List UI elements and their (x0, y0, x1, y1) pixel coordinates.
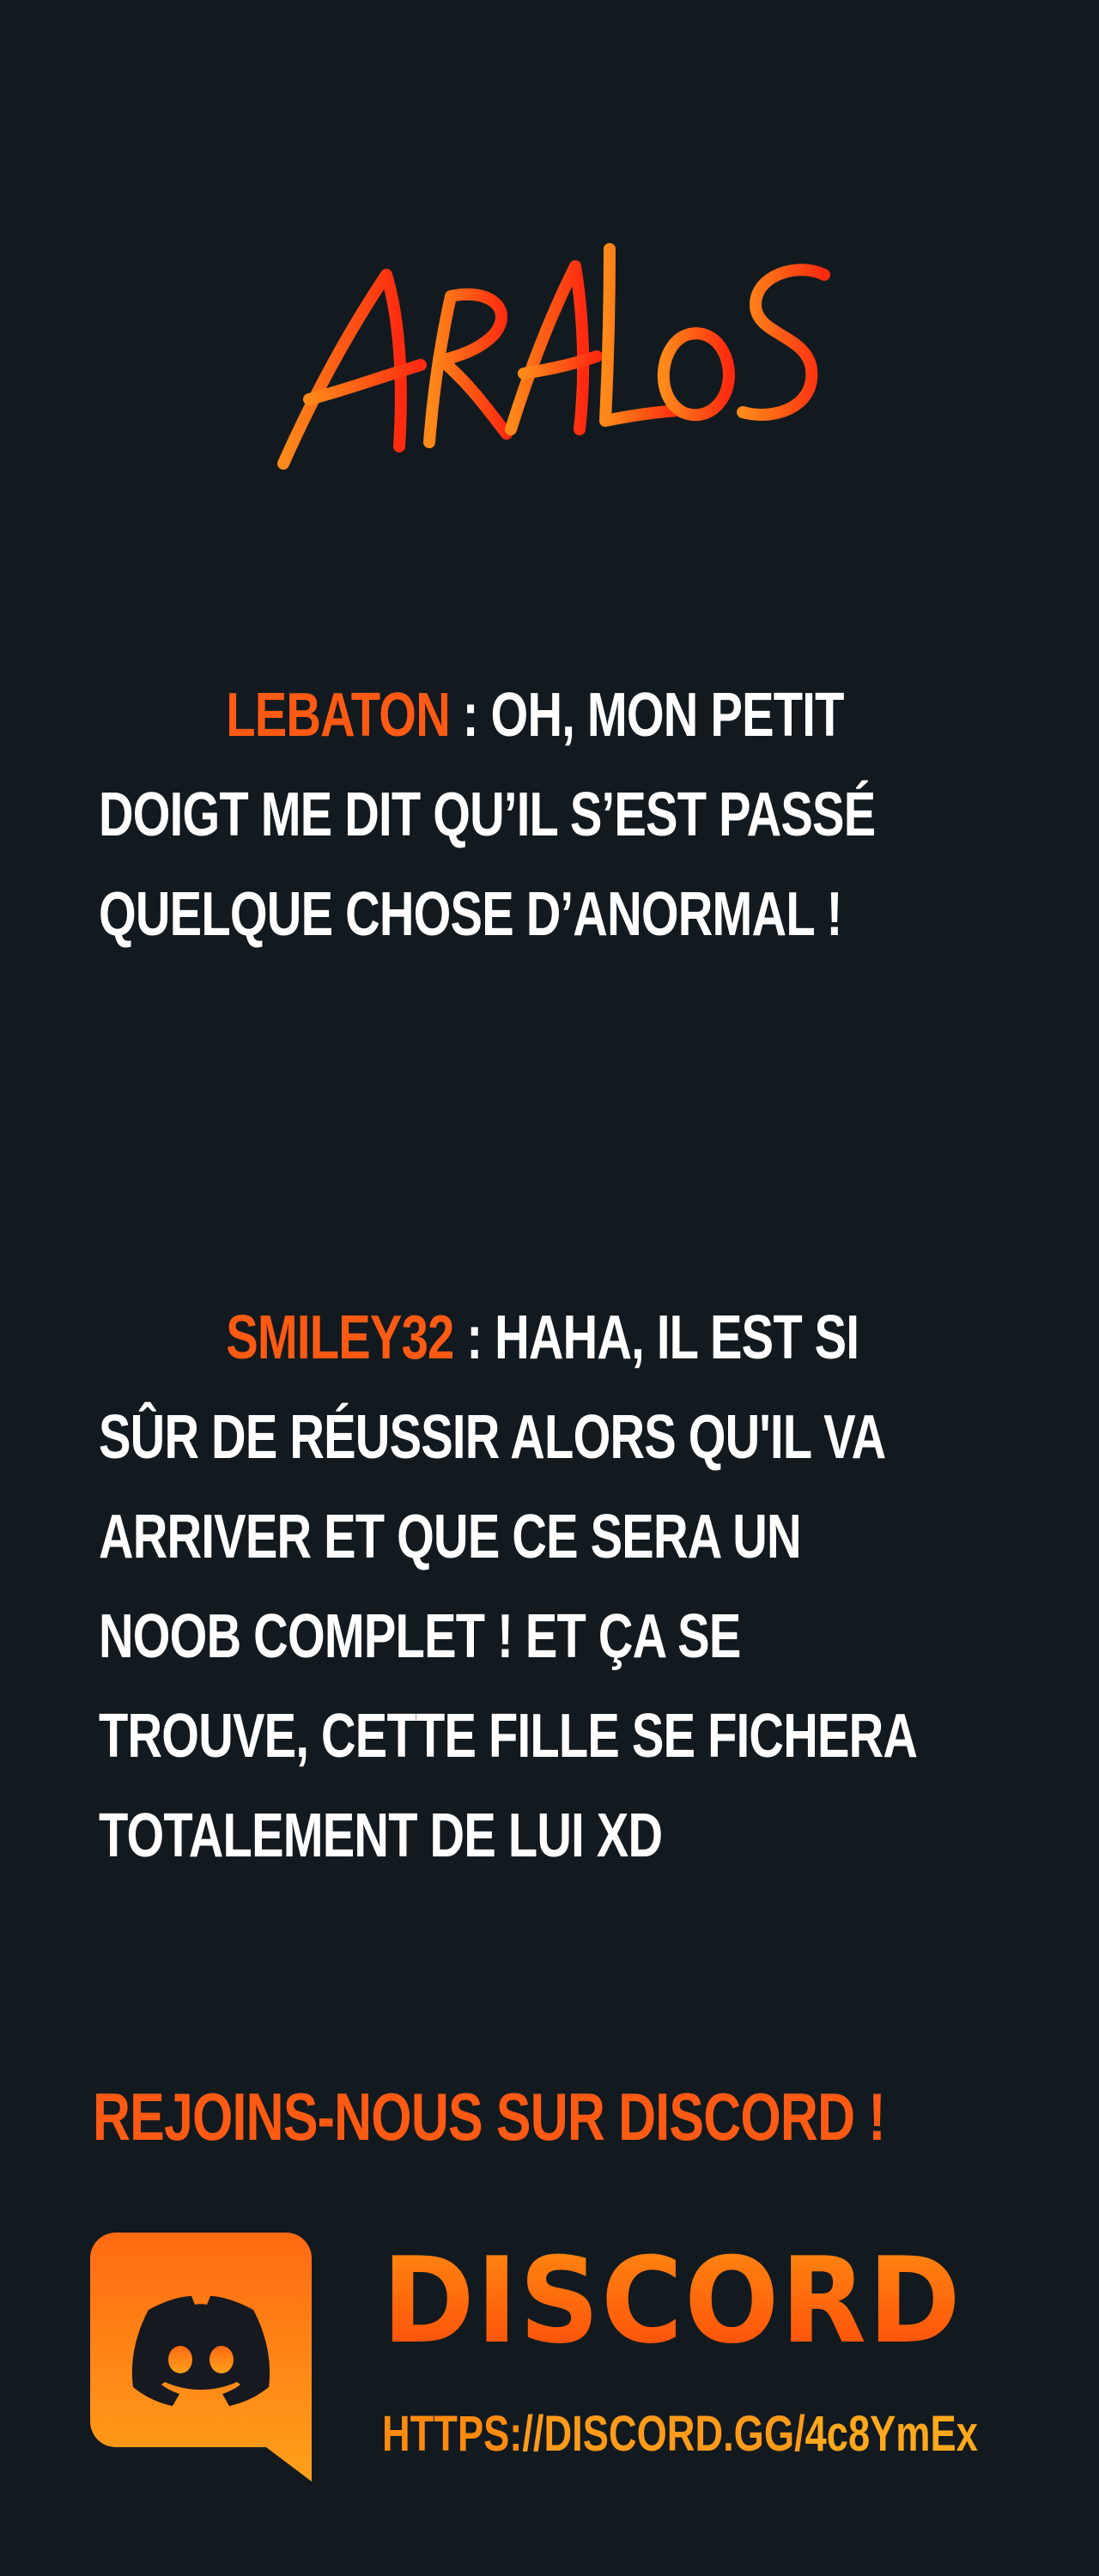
discord-call-to-action: REJOINS-NOUS SUR DISCORD ! (93, 2079, 886, 2154)
dialogue-line: TROUVE, CETTE FILLE SE FICHERA (99, 1702, 918, 1771)
dialogue-line: TOTALEMENT DE LUI XD (99, 1801, 663, 1870)
dialogue-text: HAHA, IL EST SI (495, 1303, 859, 1372)
discord-wordmark: DISCORD (382, 2232, 962, 2370)
discord-icon[interactable] (90, 2233, 312, 2482)
speaker-separator: : (449, 681, 491, 750)
speaker-name: SMILEY32 (226, 1303, 454, 1372)
dialogue-line: SMILEY32 : HAHA, IL EST SI (99, 1288, 859, 1388)
dialogue-text: OH, MON PETIT (490, 681, 845, 750)
dialogue-line: NOOB COMPLET ! ET ÇA SE (99, 1602, 741, 1671)
link-prefix: HTTPS: (382, 2406, 523, 2462)
aralos-logo-graphic (277, 243, 830, 470)
aralos-logo (258, 215, 841, 498)
dialogue-line: DOIGT ME DIT QU’IL S’EST PASSÉ (99, 781, 876, 849)
dialogue-lebaton: LEBATON : OH, MON PETIT DOIGT ME DIT QU’… (99, 665, 876, 964)
link-code: 4c8YmEx (805, 2406, 978, 2462)
dialogue-line: LEBATON : OH, MON PETIT (99, 665, 844, 765)
dialogue-smiley32: SMILEY32 : HAHA, IL EST SI SÛR DE RÉUSSI… (99, 1288, 918, 1886)
discord-invite-link[interactable]: HTTPS://DISCORD.GG/4c8YmEx (382, 2404, 978, 2464)
dialogue-line: QUELQUE CHOSE D’ANORMAL ! (99, 880, 842, 949)
dialogue-line: ARRIVER ET QUE CE SERA UN (99, 1503, 802, 1571)
dialogue-line: SÛR DE RÉUSSIR ALORS QU'IL VA (99, 1403, 886, 1472)
link-domain: //DISCORD.GG/ (522, 2406, 805, 2462)
speaker-name: LEBATON (226, 681, 451, 750)
speaker-separator: : (453, 1303, 495, 1372)
